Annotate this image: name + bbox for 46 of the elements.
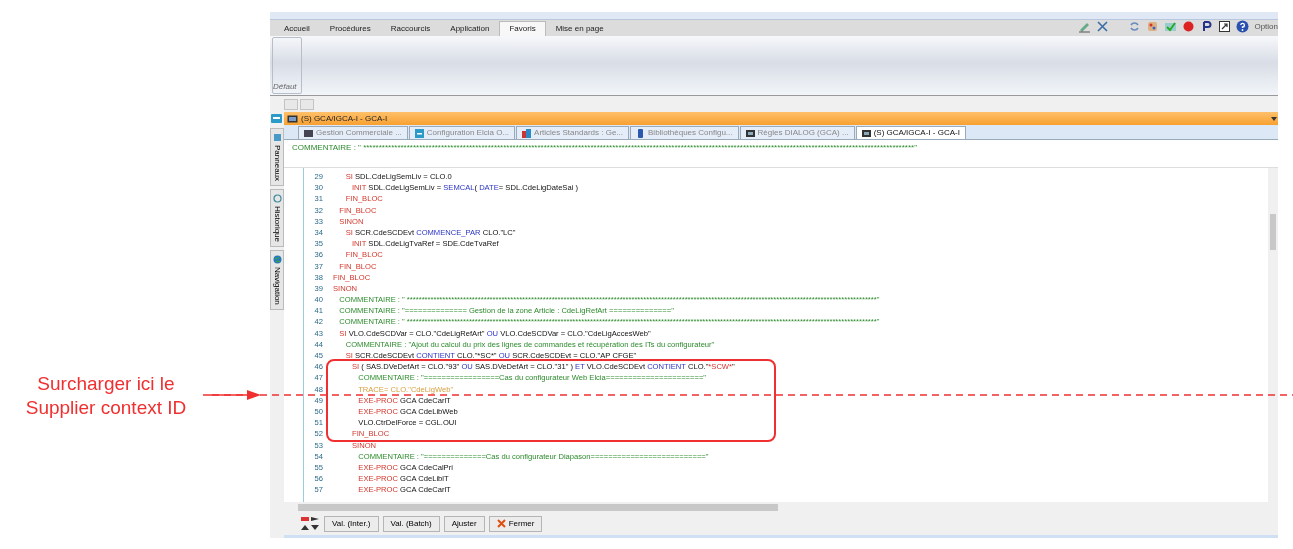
ribbon-tab[interactable]: Procédures [319,21,381,36]
ribbon-tab[interactable]: Application [440,21,500,36]
document-tab[interactable]: (S) GCA/IGCA-I - GCA-I [855,126,966,139]
panel-title: (S) GCA/IGCA-I - GCA-I [301,112,388,125]
ribbon-tab[interactable]: Accueil [274,21,320,36]
panel-icon [272,133,282,142]
check-icon[interactable] [1164,20,1178,33]
record-icon[interactable] [1182,20,1196,33]
side-tab[interactable]: Historique [270,189,284,248]
book-icon [636,128,645,138]
group-label: Défaut [273,81,297,93]
edit-icon[interactable] [1078,20,1092,33]
chart-icon [304,128,313,138]
arrows-icon [300,514,320,533]
ribbon-tab[interactable]: Favoris [499,21,546,36]
p-icon[interactable] [1200,20,1214,33]
close-icon [496,519,506,528]
globe-icon [272,255,282,265]
panel-icon [270,112,283,125]
window-icon [861,128,871,138]
ribbon-tab[interactable]: Mise en page [545,21,614,36]
ribbon-tab[interactable]: Raccourcis [380,21,441,36]
action-button[interactable]: Ajuster [443,515,485,532]
window-icon [414,128,424,138]
action-button[interactable]: Val. (Batch) [382,515,440,532]
palette-icon[interactable] [1146,20,1160,33]
cross-icon[interactable] [1096,20,1110,33]
close-button[interactable]: Fermer [488,515,543,532]
forward-button[interactable] [300,98,314,110]
side-tab[interactable]: Panneaux [270,128,284,187]
arrow [203,387,261,402]
back-button[interactable] [284,98,298,110]
window-icon [745,128,755,138]
vertical-scrollbar[interactable] [1268,168,1278,502]
comment-line: COMMENTAIRE : " *********************************************************************************************************************************************************************************" [292,143,918,152]
external-link-icon[interactable] [1218,20,1232,33]
annotation-text: Surcharger ici le Supplier context ID [24,371,188,420]
window-icon [287,114,298,123]
side-tab[interactable]: Navigation [270,250,284,310]
options-label[interactable]: Option [1254,20,1278,33]
dropdown-icon [1270,115,1278,122]
refresh-icon[interactable] [1128,20,1142,33]
blocks-icon [522,128,532,138]
action-button[interactable]: Val. (Inter.) [324,515,379,532]
history-icon [272,194,282,204]
help-icon[interactable] [1236,20,1250,33]
